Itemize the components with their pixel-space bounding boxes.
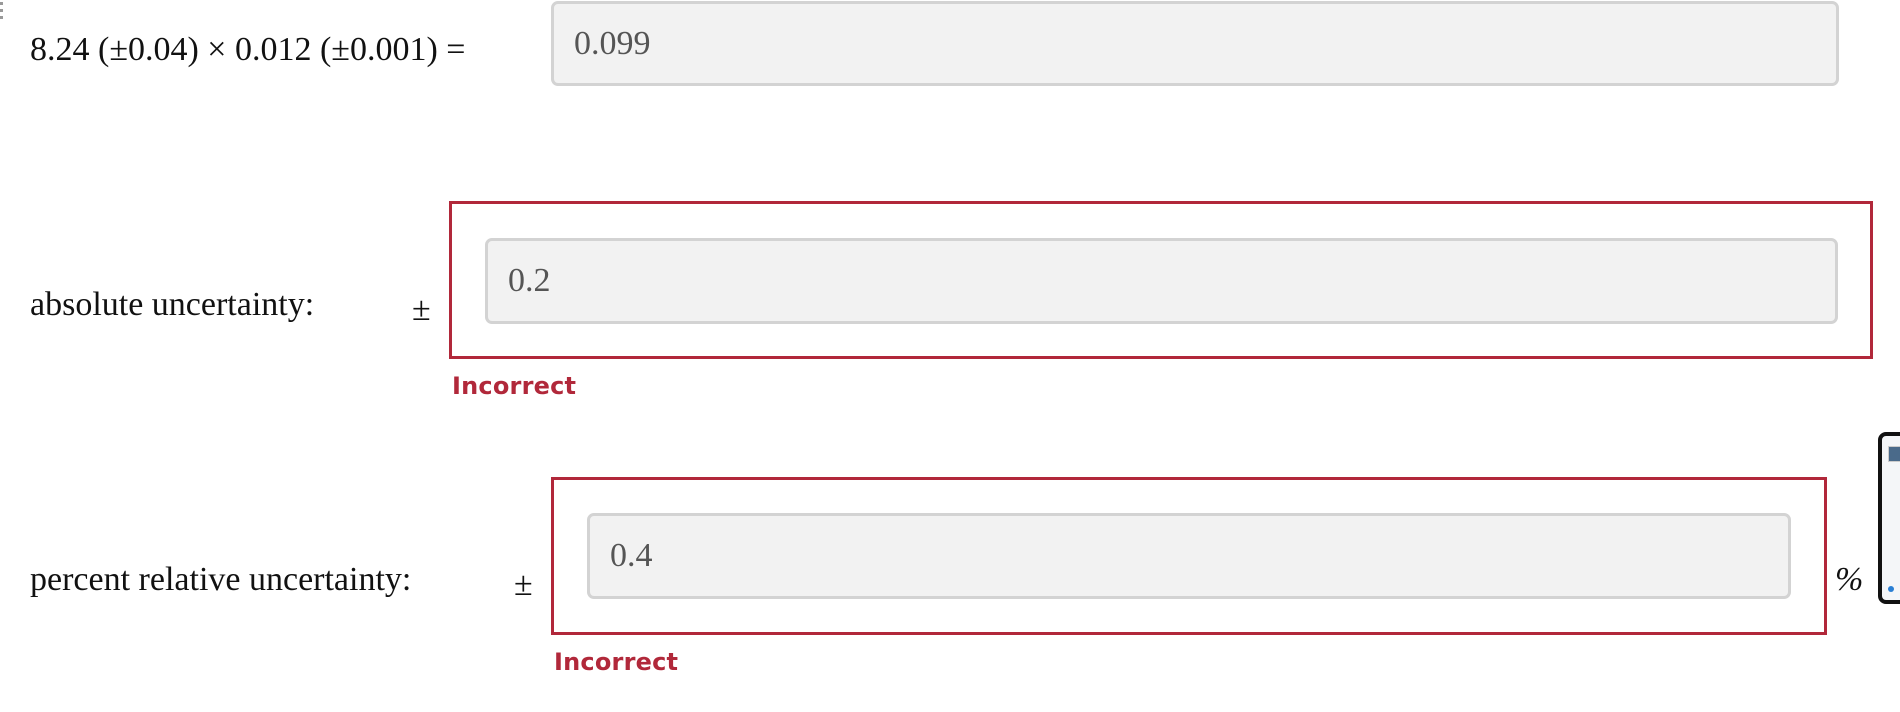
thumbnail-indicator-icon	[1888, 586, 1894, 592]
percent-unit: %	[1835, 561, 1864, 598]
product-answer-value: 0.099	[574, 24, 651, 62]
window-thumbnail[interactable]	[1878, 432, 1900, 604]
equation-label: 8.24 (±0.04) × 0.012 (±0.001) =	[30, 31, 466, 68]
percent-uncertainty-input[interactable]: 0.4	[587, 513, 1791, 599]
thumbnail-image	[1888, 446, 1900, 462]
product-answer-input[interactable]: 0.099	[551, 1, 1839, 86]
absolute-uncertainty-label: absolute uncertainty:	[30, 286, 315, 323]
percent-plus-minus: ±	[514, 566, 533, 603]
percent-uncertainty-label: percent relative uncertainty:	[30, 561, 412, 598]
percent-uncertainty-value: 0.4	[610, 537, 653, 574]
percent-incorrect-feedback: Incorrect	[554, 648, 679, 676]
absolute-uncertainty-value: 0.2	[508, 262, 551, 299]
absolute-plus-minus: ±	[412, 291, 431, 328]
edge-artifact	[0, 0, 4, 40]
absolute-uncertainty-input[interactable]: 0.2	[485, 238, 1838, 324]
absolute-incorrect-feedback: Incorrect	[452, 372, 577, 400]
